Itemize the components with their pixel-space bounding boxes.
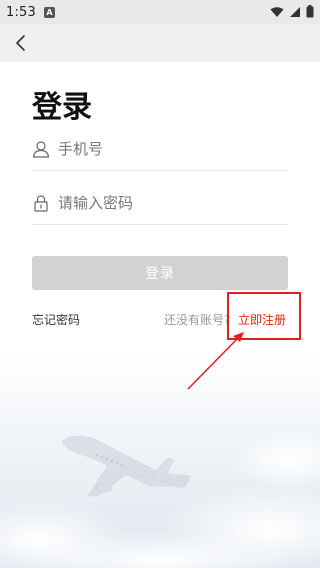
phone-input[interactable]: [58, 139, 288, 158]
back-button[interactable]: [8, 30, 34, 56]
airplane-cloud-background: [0, 350, 320, 568]
notification-icon: A: [44, 6, 55, 18]
login-button[interactable]: 登录: [32, 256, 288, 290]
status-icons: [270, 5, 314, 18]
app-header: [0, 24, 320, 62]
status-time: 1:53: [6, 4, 36, 20]
lock-icon: [32, 194, 50, 212]
forgot-password-link[interactable]: 忘记密码: [32, 311, 80, 328]
wifi-icon: [270, 6, 284, 17]
battery-icon: [306, 5, 314, 18]
page-title: 登录: [32, 90, 92, 125]
chevron-left-icon: [16, 35, 25, 51]
phone-field[interactable]: [32, 127, 288, 171]
person-icon: [32, 140, 50, 158]
password-field[interactable]: [32, 181, 288, 225]
no-account-text: 还没有账号?: [164, 313, 231, 327]
status-bar: 1:53 A: [0, 0, 320, 24]
signal-icon: [290, 6, 300, 17]
password-input[interactable]: [58, 193, 288, 212]
login-screen: 1:53 A 登录 手机号 登录 忘记密码 还没有账号? 立即注册: [0, 0, 320, 568]
highlight-box: [227, 292, 301, 340]
